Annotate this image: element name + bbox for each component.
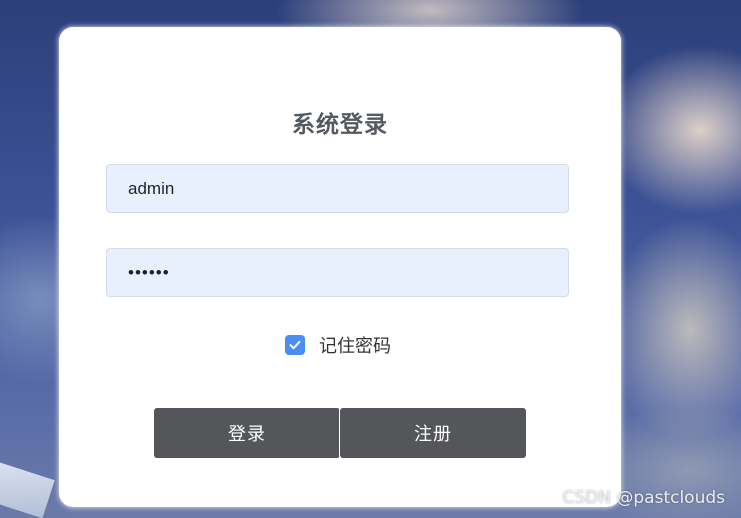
remember-password-option[interactable]: 记住密码: [285, 334, 391, 357]
login-card: 系统登录 记住密码 登录 注册: [59, 27, 621, 507]
username-input[interactable]: [106, 164, 569, 213]
password-input[interactable]: [106, 248, 569, 297]
watermark: CSDN @pastclouds: [562, 488, 726, 508]
page-title: 系统登录: [292, 112, 388, 138]
remember-checkbox[interactable]: [285, 335, 305, 355]
register-button[interactable]: 注册: [340, 408, 526, 458]
check-icon: [289, 340, 301, 350]
remember-label: 记住密码: [319, 336, 391, 357]
login-button[interactable]: 登录: [154, 408, 340, 458]
